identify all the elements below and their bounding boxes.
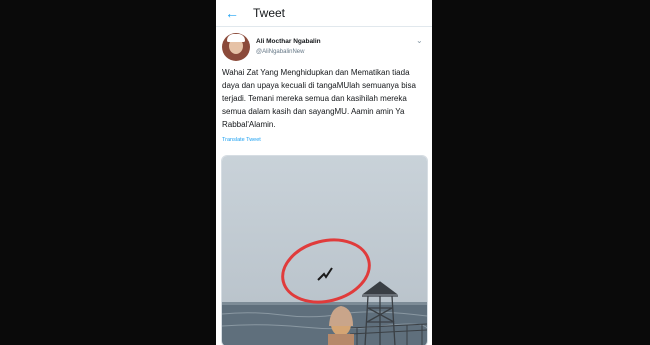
user-name[interactable]: Ali Mocthar Ngabalin	[256, 38, 321, 45]
photo-scene	[222, 156, 427, 345]
tweet-text: Wahai Zat Yang Menghidupkan dan Mematika…	[222, 68, 416, 129]
tweet-screen: ← Tweet Ali Mocthar Ngabalin @AliNgabali…	[216, 0, 432, 345]
arrow-left-icon[interactable]: ←	[224, 5, 240, 21]
avatar[interactable]	[222, 33, 250, 61]
translate-tweet-link[interactable]: Translate Tweet	[222, 137, 261, 143]
chevron-down-icon[interactable]: ⌄	[416, 36, 423, 45]
user-handle[interactable]: @AliNgabalinNew	[256, 49, 304, 55]
page-title: Tweet	[253, 6, 286, 20]
top-bar: ← Tweet	[216, 0, 432, 27]
sea	[222, 302, 427, 345]
avatar-cap	[227, 34, 245, 42]
tweet-photo[interactable]	[221, 155, 428, 345]
